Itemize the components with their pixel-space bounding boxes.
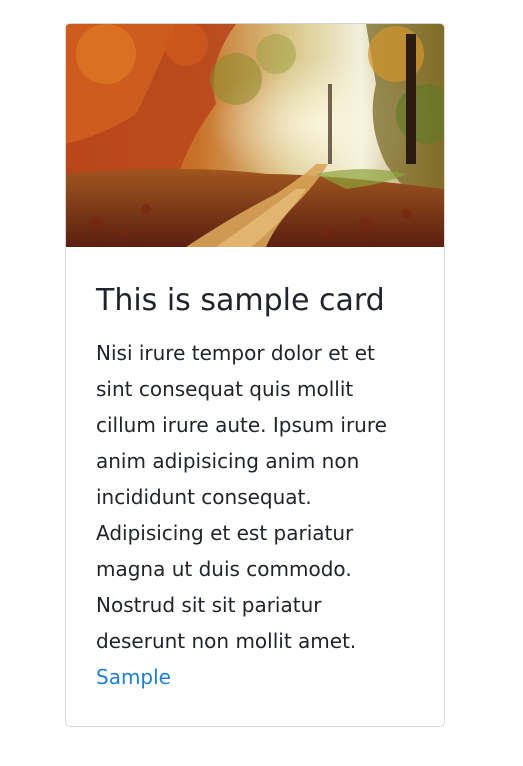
sample-link[interactable]: Sample (96, 659, 414, 695)
card-title: This is sample card (96, 283, 385, 318)
card-text: Nisi irure tempor dolor et et sint conse… (96, 341, 387, 653)
card-image-autumn-forest-path (66, 24, 444, 247)
sample-card: This is sample card Nisi irure tempor do… (65, 23, 445, 727)
card-body: This is sample card Nisi irure tempor do… (66, 247, 444, 695)
